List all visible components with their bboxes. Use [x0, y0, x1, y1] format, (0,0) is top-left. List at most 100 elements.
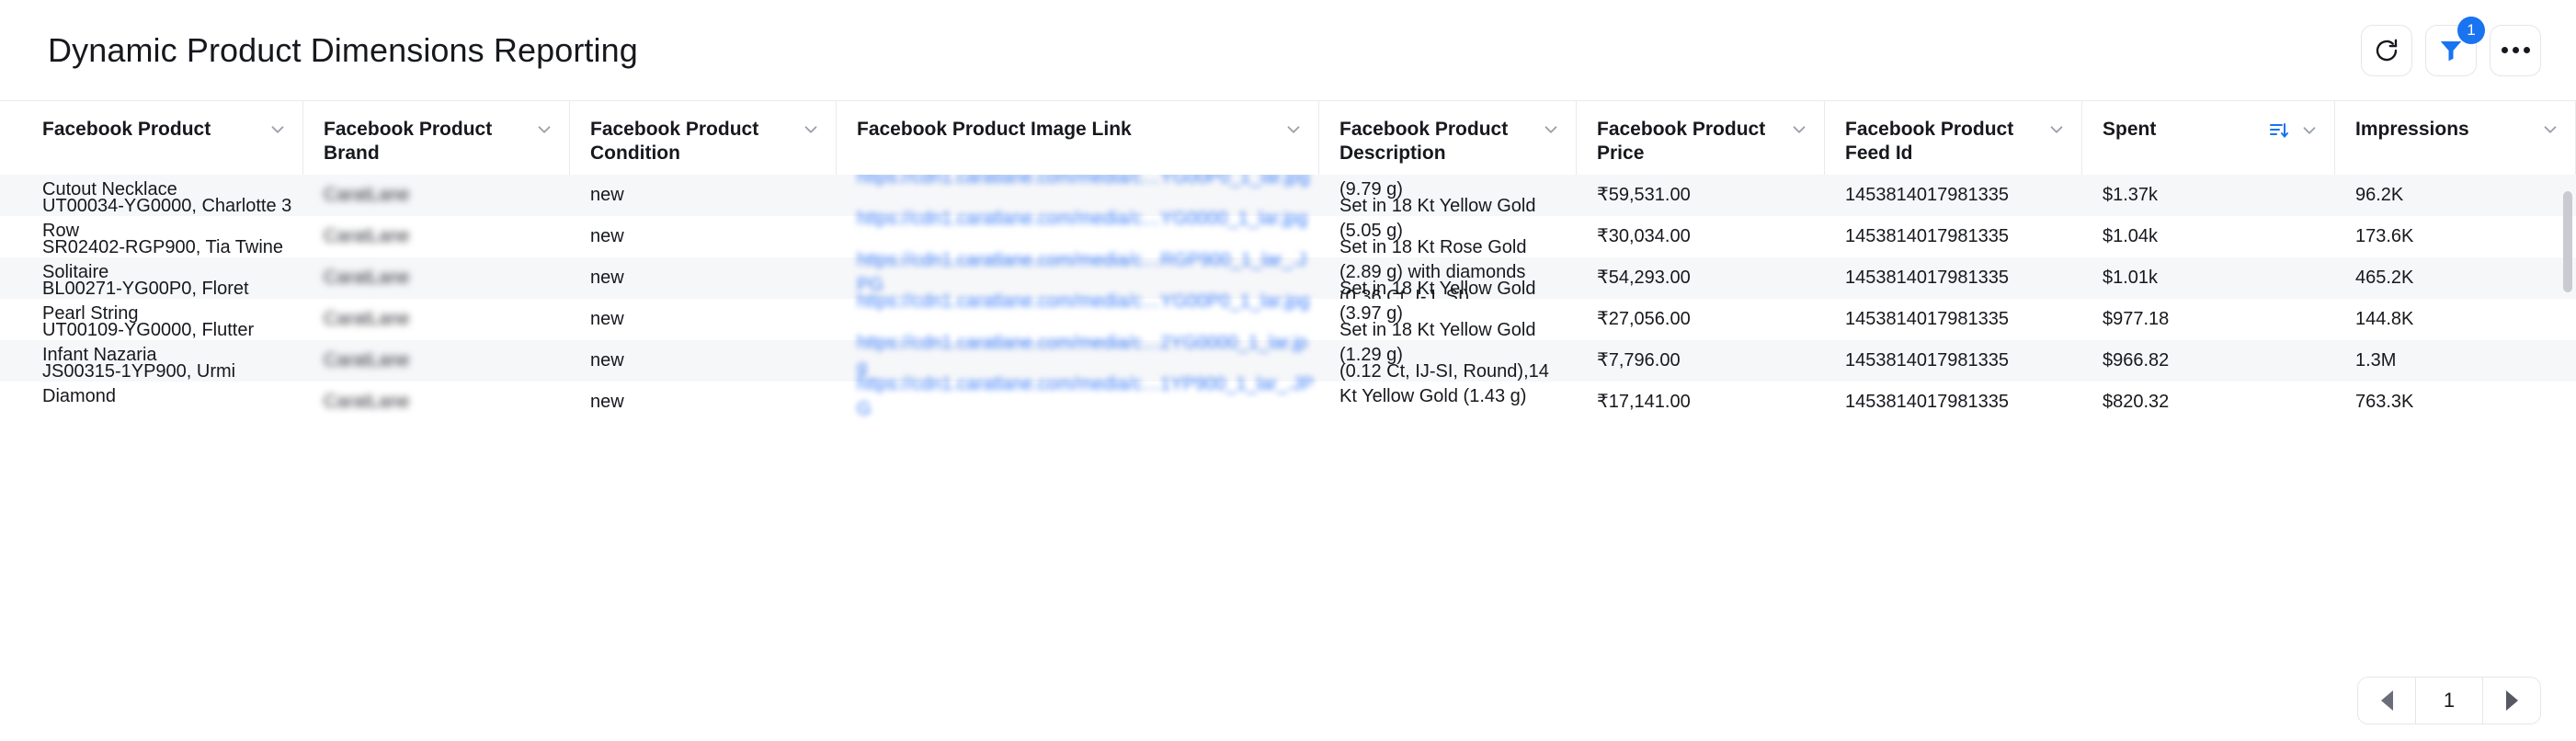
cell-price: ₹30,034.00: [1577, 216, 1825, 257]
reporting-app: Dynamic Product Dimensions Reporting 1 F…: [0, 0, 2576, 741]
filter-button[interactable]: 1: [2425, 16, 2485, 76]
column-header-tools: [1789, 118, 1809, 144]
chevron-down-icon[interactable]: [534, 120, 554, 144]
cell-feed_id: 1453814017981335: [1825, 175, 2082, 216]
cell-spent: $1.04k: [2082, 216, 2335, 257]
cell-feed_id: 1453814017981335: [1825, 340, 2082, 382]
cell-text: ₹30,034.00: [1597, 226, 1691, 246]
column-header-4[interactable]: Facebook Product Description: [1319, 101, 1577, 175]
cell-condition: new: [570, 299, 837, 340]
filter-icon: [2437, 37, 2465, 64]
cell-text: $1.37k: [2103, 185, 2159, 205]
product-image-link[interactable]: https://cdn1.caratlane.com/media/c…YG00P…: [857, 175, 1314, 190]
cell-image_link[interactable]: https://cdn1.caratlane.com/media/c…YG000…: [837, 209, 1319, 257]
pagination-current-page[interactable]: 1: [2415, 678, 2483, 724]
column-header-8[interactable]: Impressions: [2335, 101, 2576, 175]
column-header-tools: [2046, 118, 2067, 144]
chevron-down-icon[interactable]: [268, 120, 288, 144]
cell-feed_id: 1453814017981335: [1825, 299, 2082, 340]
table-row[interactable]: BL00271-YG00P0, Floret Pearl String Carat…: [0, 279, 2576, 340]
chevron-down-icon[interactable]: [1283, 120, 1304, 144]
data-table: Facebook Product Facebook Product Brand Fa…: [0, 101, 2576, 660]
app-header: Dynamic Product Dimensions Reporting 1: [0, 0, 2576, 101]
pagination-prev-button[interactable]: [2358, 678, 2415, 724]
column-header-label: Facebook Product Price: [1597, 119, 1766, 164]
cell-condition: new: [570, 257, 837, 299]
column-header-6[interactable]: Facebook Product Feed Id: [1825, 101, 2082, 175]
cell-brand: CaratLane: [303, 216, 570, 257]
cell-text: 1453814017981335: [1845, 309, 2009, 329]
cell-text: CaratLane: [324, 309, 410, 329]
sort-descending-icon[interactable]: [2268, 120, 2290, 146]
cell-text: 763.3K: [2355, 392, 2414, 412]
cell-price: ₹7,796.00: [1577, 340, 1825, 382]
chevron-down-icon[interactable]: [801, 120, 821, 144]
column-header-7[interactable]: Spent: [2082, 101, 2335, 175]
cell-text: ₹17,141.00: [1597, 392, 1691, 412]
column-header-label: Spent: [2103, 119, 2157, 140]
cell-impressions: 465.2K: [2335, 257, 2576, 299]
cell-product: UT00109-YG0000, Flutter Infant Nazaria: [0, 320, 303, 382]
cell-image_link[interactable]: https://cdn1.caratlane.com/media/c…2YG00…: [837, 333, 1319, 382]
column-header-3[interactable]: Facebook Product Image Link: [837, 101, 1319, 175]
chevron-down-icon[interactable]: [1541, 120, 1561, 144]
column-header-label: Impressions: [2355, 119, 2469, 140]
cell-spent: $1.01k: [2082, 257, 2335, 299]
cell-condition: new: [570, 340, 837, 382]
refresh-icon: [2373, 37, 2400, 64]
pagination: 1: [2357, 677, 2541, 724]
cell-brand: CaratLane: [303, 257, 570, 299]
cell-image_link[interactable]: https://cdn1.caratlane.com/media/c…YG00P…: [837, 291, 1319, 340]
chevron-down-icon[interactable]: [1789, 120, 1809, 144]
cell-text: 173.6K: [2355, 226, 2414, 246]
table-row[interactable]: JS00315-1YP900, Urmi Diamond CaratLane new…: [0, 361, 2576, 423]
column-header-label: Facebook Product Brand: [324, 119, 493, 164]
cell-text: 465.2K: [2355, 268, 2414, 288]
column-header-1[interactable]: Facebook Product Brand: [303, 101, 570, 175]
more-horizontal-icon: [2501, 47, 2530, 53]
column-header-0[interactable]: Facebook Product: [0, 101, 303, 175]
column-header-label: Facebook Product Description: [1339, 119, 1509, 164]
chevron-down-icon[interactable]: [2299, 120, 2320, 145]
cell-text: $966.82: [2103, 350, 2170, 370]
cell-brand: CaratLane: [303, 382, 570, 423]
column-header-tools: [1283, 118, 1304, 144]
column-header-2[interactable]: Facebook Product Condition: [570, 101, 837, 175]
table-row[interactable]: UL00273-YG00P0, Nelia Cutout Necklace Car…: [0, 175, 2576, 216]
column-header-tools: [2268, 118, 2320, 146]
cell-text: CaratLane: [324, 350, 410, 370]
cell-image_link[interactable]: https://cdn1.caratlane.com/media/c…YG00P…: [837, 175, 1319, 216]
column-header-label: Facebook Product Feed Id: [1845, 119, 2014, 164]
chevron-down-icon[interactable]: [2046, 120, 2067, 144]
table-row[interactable]: UT00109-YG0000, Flutter Infant Nazaria Ca…: [0, 320, 2576, 382]
cell-text: 1453814017981335: [1845, 268, 2009, 288]
cell-text: 1453814017981335: [1845, 185, 2009, 205]
cell-brand: CaratLane: [303, 299, 570, 340]
refresh-button[interactable]: [2361, 24, 2412, 76]
cell-text: 1453814017981335: [1845, 226, 2009, 246]
cell-text: $977.18: [2103, 309, 2170, 329]
column-header-label: Facebook Product Condition: [590, 119, 759, 164]
cell-impressions: 173.6K: [2335, 216, 2576, 257]
cell-price: ₹54,293.00: [1577, 257, 1825, 299]
cell-text: ₹27,056.00: [1597, 309, 1691, 329]
cell-image_link[interactable]: https://cdn1.caratlane.com/media/c…1YP90…: [837, 374, 1319, 423]
table-row[interactable]: SR02402-RGP900, Tia Twine Solitaire Carat…: [0, 237, 2576, 307]
vertical-scrollbar-thumb[interactable]: [2563, 191, 2572, 292]
table-row[interactable]: UT00034-YG0000, Charlotte 3 Row CaratLane…: [0, 196, 2576, 257]
cell-text: 144.8K: [2355, 309, 2414, 329]
cell-text: 1453814017981335: [1845, 350, 2009, 370]
cell-image_link[interactable]: https://cdn1.caratlane.com/media/c…RGP90…: [837, 250, 1319, 299]
column-header-5[interactable]: Facebook Product Price: [1577, 101, 1825, 175]
cell-product: JS00315-1YP900, Urmi Diamond: [0, 361, 303, 423]
column-header-tools: [534, 118, 554, 144]
cell-brand: CaratLane: [303, 340, 570, 382]
more-options-button[interactable]: [2490, 24, 2541, 76]
chevron-down-icon[interactable]: [2540, 120, 2560, 144]
pagination-next-button[interactable]: [2483, 678, 2540, 724]
table-header-row: Facebook Product Facebook Product Brand Fa…: [0, 101, 2576, 175]
cell-feed_id: 1453814017981335: [1825, 216, 2082, 257]
cell-text: new: [590, 392, 624, 412]
column-header-tools: [801, 118, 821, 144]
cell-feed_id: 1453814017981335: [1825, 257, 2082, 299]
